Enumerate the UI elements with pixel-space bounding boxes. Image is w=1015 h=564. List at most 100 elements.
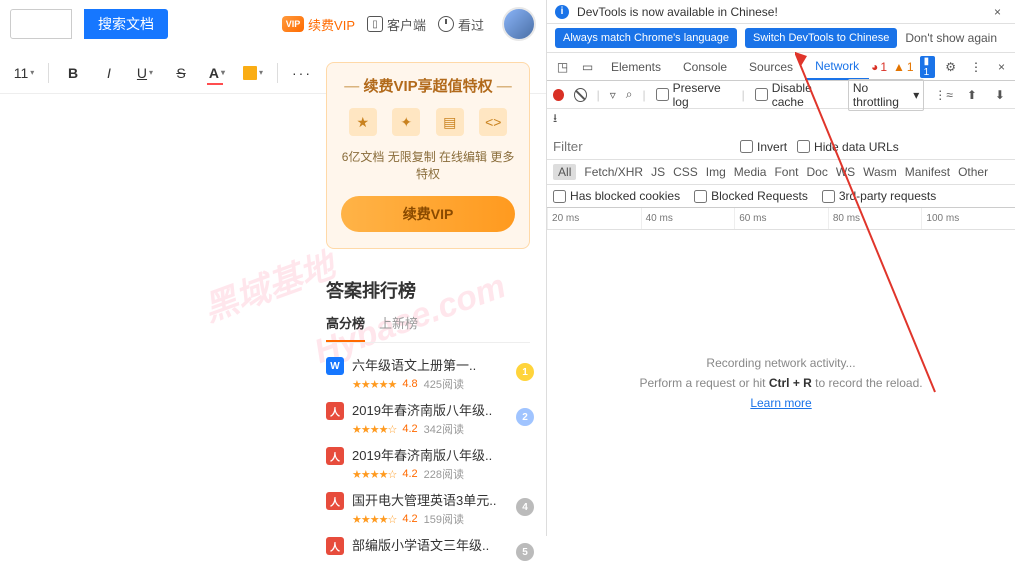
device-icon[interactable]: ▭	[576, 60, 599, 74]
vip-link[interactable]: VIP 续费VIP	[282, 15, 355, 34]
doc-title: 2019年春济南版八年级..	[352, 445, 530, 464]
rank-item[interactable]: W六年级语文上册第一..★★★★★4.8425阅读1	[326, 355, 530, 392]
inspect-icon[interactable]: ◳	[551, 60, 574, 74]
third-party-checkbox[interactable]: 3rd-party requests	[822, 189, 936, 203]
doc-type-icon: 人	[326, 537, 344, 555]
tab-network[interactable]: Network	[805, 53, 869, 80]
tab-high-score[interactable]: 高分榜	[326, 313, 365, 342]
kebab-icon[interactable]: ⋮	[966, 60, 986, 74]
rank-badge: 2	[516, 408, 534, 426]
filter-toggle-icon[interactable]: ▿	[610, 88, 616, 102]
disable-cache-checkbox[interactable]: Disable cache	[755, 81, 838, 109]
star-rating: ★★★★☆	[352, 423, 396, 436]
rank-item[interactable]: 人2019年春济南版八年级..★★★★☆4.2342阅读2	[326, 400, 530, 437]
type-filter-all[interactable]: All	[553, 164, 576, 180]
top-bar: 搜索文档 VIP 续费VIP ▯ 客户端 看过	[0, 0, 546, 48]
close-icon[interactable]: ×	[988, 5, 1007, 19]
filter-input[interactable]	[553, 137, 730, 156]
type-filter-media[interactable]: Media	[734, 165, 767, 179]
error-count[interactable]: ◕ 1	[871, 60, 887, 74]
download-har-icon[interactable]: ⭳	[547, 109, 1015, 134]
tab-console[interactable]: Console	[673, 53, 737, 80]
avatar[interactable]	[502, 7, 536, 41]
type-filter-doc[interactable]: Doc	[806, 165, 827, 179]
client-label: 客户端	[387, 15, 426, 34]
search-input[interactable]	[10, 9, 72, 39]
info-count[interactable]: ▮ 1	[920, 56, 936, 78]
type-filter-manifest[interactable]: Manifest	[905, 165, 950, 179]
score: 4.2	[402, 513, 417, 525]
filter-bar: Invert Hide data URLs	[547, 134, 1015, 160]
type-filters: All Fetch/XHR JS CSS Img Media Font Doc WS Wasm Ma…	[547, 160, 1015, 185]
timeline[interactable]: 20 ms40 ms60 ms80 ms100 ms	[547, 208, 1015, 230]
highlight-button[interactable]: ▾	[237, 58, 269, 88]
record-button[interactable]	[553, 89, 564, 101]
warning-count[interactable]: ▲ 1	[893, 60, 914, 74]
client-link[interactable]: ▯ 客户端	[367, 15, 426, 34]
rank-badge: 4	[516, 498, 534, 516]
vip-badge-icon: VIP	[282, 16, 304, 32]
rank-title: 答案排行榜	[326, 277, 530, 303]
score: 4.8	[402, 378, 417, 390]
type-filter-other[interactable]: Other	[958, 165, 988, 179]
vip-card-desc: 6亿文档 无限复制 在线编辑 更多特权	[341, 148, 515, 182]
rank-item[interactable]: 人国开电大管理英语3单元..★★★★☆4.2159阅读4	[326, 490, 530, 527]
recording-text: Recording network activity...	[706, 356, 855, 370]
hide-data-urls-checkbox[interactable]: Hide data URLs	[797, 140, 899, 154]
tab-elements[interactable]: Elements	[601, 53, 671, 80]
devtools-notice: i DevTools is now available in Chinese! …	[547, 0, 1015, 24]
match-language-button[interactable]: Always match Chrome's language	[555, 28, 737, 48]
divider	[48, 63, 49, 83]
download-icon[interactable]: ⬇	[991, 88, 1009, 102]
font-size-select[interactable]: 11▾	[8, 58, 40, 88]
doc-type-icon: W	[326, 357, 344, 375]
preserve-log-checkbox[interactable]: Preserve log	[656, 81, 732, 109]
rank-item[interactable]: 人2019年春济南版八年级..★★★★☆4.2228阅读	[326, 445, 530, 482]
type-filter-css[interactable]: CSS	[673, 165, 698, 179]
type-filter-js[interactable]: JS	[651, 165, 665, 179]
extra-filters: Has blocked cookies Blocked Requests 3rd…	[547, 185, 1015, 208]
upload-icon[interactable]: ⬆	[963, 88, 981, 102]
switch-language-button[interactable]: Switch DevTools to Chinese	[745, 28, 897, 48]
recent-link[interactable]: 看过	[438, 15, 484, 34]
throttling-select[interactable]: No throttling ▾	[848, 79, 924, 111]
bold-button[interactable]: B	[57, 58, 89, 88]
doc-type-icon: 人	[326, 402, 344, 420]
timeline-tick: 100 ms	[921, 208, 1015, 229]
wifi-icon[interactable]: ⋮≈	[934, 88, 953, 102]
type-filter-font[interactable]: Font	[774, 165, 798, 179]
font-color-button[interactable]: A▾	[201, 58, 233, 88]
vip-card-title: — 续费VIP享超值特权 —	[341, 75, 515, 96]
type-filter-ws[interactable]: WS	[836, 165, 855, 179]
sidebar: — 续费VIP享超值特权 — ★ ✦ ▤ <> 6亿文档 无限复制 在线编辑 更…	[326, 62, 546, 564]
underline-button[interactable]: U▾	[129, 58, 161, 88]
doc-title: 六年级语文上册第一..	[352, 355, 530, 374]
highlight-icon	[243, 66, 257, 80]
type-filter-fetchxhr[interactable]: Fetch/XHR	[584, 165, 643, 179]
type-filter-img[interactable]: Img	[706, 165, 726, 179]
search-icon[interactable]: ⌕	[626, 87, 633, 102]
clear-button[interactable]	[574, 88, 587, 102]
network-empty-state: Recording network activity... Perform a …	[547, 230, 1015, 536]
strike-button[interactable]: S	[165, 58, 197, 88]
rank-item[interactable]: 人部编版小学语文三年级..5	[326, 535, 530, 556]
more-button[interactable]: ···	[286, 58, 318, 88]
blocked-requests-checkbox[interactable]: Blocked Requests	[694, 189, 808, 203]
doc-title: 2019年春济南版八年级..	[352, 400, 530, 419]
timeline-tick: 60 ms	[734, 208, 828, 229]
search-button[interactable]: 搜索文档	[84, 9, 168, 39]
timeline-tick: 40 ms	[641, 208, 735, 229]
italic-button[interactable]: I	[93, 58, 125, 88]
gear-icon[interactable]: ⚙	[941, 60, 960, 74]
dont-show-link[interactable]: Don't show again	[905, 31, 997, 45]
invert-checkbox[interactable]: Invert	[740, 140, 787, 154]
bookmark-icon: ★	[349, 108, 377, 136]
blocked-cookies-checkbox[interactable]: Has blocked cookies	[553, 189, 680, 203]
learn-more-link[interactable]: Learn more	[750, 396, 811, 410]
tab-newest[interactable]: 上新榜	[379, 313, 418, 342]
divider: |	[742, 88, 745, 102]
type-filter-wasm[interactable]: Wasm	[863, 165, 897, 179]
vip-renew-button[interactable]: 续费VIP	[341, 196, 515, 232]
tab-sources[interactable]: Sources	[739, 53, 803, 80]
close-devtools-icon[interactable]: ×	[992, 60, 1011, 74]
